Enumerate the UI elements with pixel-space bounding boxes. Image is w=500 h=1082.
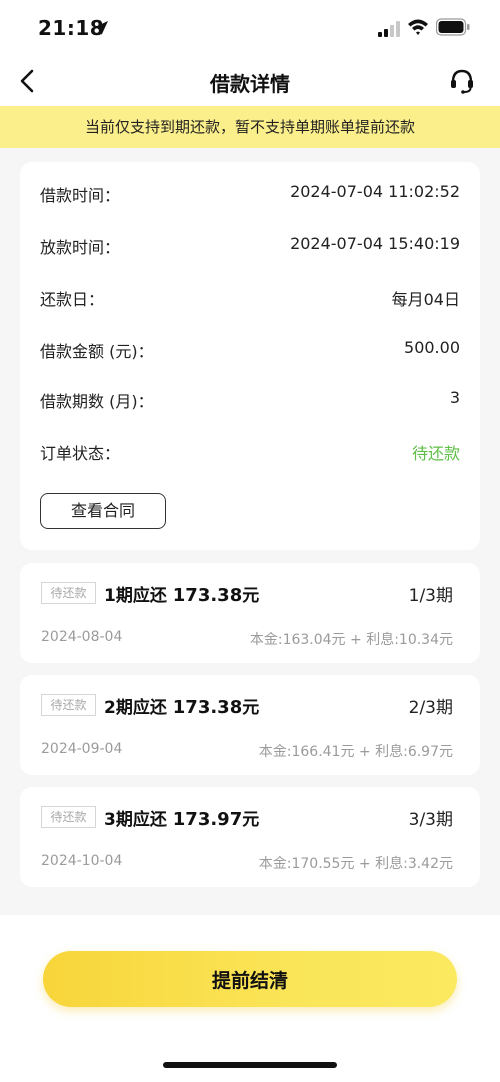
notice-banner: 当前仅支持到期还款，暂不支持单期账单提前还款 [0, 106, 500, 148]
installment-amount: 173.38 [172, 585, 243, 606]
nav-bar: 借款详情 [0, 58, 500, 106]
home-indicator [163, 1062, 337, 1068]
detail-value: 500.00 [404, 338, 460, 357]
installment-amount: 173.38 [172, 697, 243, 718]
detail-row-order-status: 订单状态： 待还款 [40, 440, 460, 464]
detail-label: 还款日： [40, 290, 105, 309]
installment-due-date: 2024-09-04 [41, 741, 123, 757]
installment-period: 3/3期 [408, 810, 453, 830]
battery-icon [436, 18, 470, 36]
installment-breakdown: 本金:163.04元 + 利息:10.34元 [249, 632, 453, 648]
status-badge: 待还款 [41, 806, 96, 828]
cellular-signal-icon [378, 21, 400, 37]
installment-card[interactable]: 待还款 2期应还 173.38元 2/3期 2024-09-04 本金:166.… [20, 675, 480, 775]
detail-label: 放款时间： [40, 238, 121, 257]
detail-label: 借款期数 (月)： [40, 392, 154, 411]
status-badge: 待还款 [41, 694, 96, 716]
loan-detail-page: 21:18 借款详情 当前仅支持到期还款，暂不支持单期账单提前还款 借款时间： … [0, 0, 500, 1082]
page-title: 借款详情 [210, 72, 290, 96]
view-contract-button[interactable]: 查看合同 [40, 493, 166, 529]
installment-unit: 元 [242, 810, 260, 830]
installment-unit: 元 [242, 698, 260, 718]
installment-breakdown: 本金:166.41元 + 利息:6.97元 [258, 744, 453, 760]
bottom-action-bar: 提前结清 [0, 915, 500, 1082]
detail-label: 订单状态： [40, 444, 121, 463]
installment-card[interactable]: 待还款 1期应还 173.38元 1/3期 2024-08-04 本金:163.… [20, 563, 480, 663]
detail-row-loan-term: 借款期数 (月)： 3 [40, 388, 460, 412]
installment-label: 2期应还 [104, 698, 167, 718]
detail-label: 借款金额 (元)： [40, 342, 154, 361]
installment-title: 2期应还 173.38元 [104, 693, 259, 718]
detail-row-repay-day: 还款日： 每月04日 [40, 286, 460, 310]
detail-row-loan-time: 借款时间： 2024-07-04 11:02:52 [40, 182, 460, 206]
detail-row-loan-amount: 借款金额 (元)： 500.00 [40, 338, 460, 362]
status-badge: 待还款 [41, 582, 96, 604]
wifi-icon [408, 19, 428, 35]
installment-due-date: 2024-10-04 [41, 853, 123, 869]
installment-label: 3期应还 [104, 810, 167, 830]
installment-label: 1期应还 [104, 586, 167, 606]
status-bar: 21:18 [0, 0, 500, 58]
detail-row-disburse-time: 放款时间： 2024-07-04 15:40:19 [40, 234, 460, 258]
installment-amount: 173.97 [172, 809, 243, 830]
customer-service-headset-icon[interactable] [449, 67, 475, 95]
installment-title: 1期应还 173.38元 [104, 581, 259, 606]
loan-details-card: 借款时间： 2024-07-04 11:02:52 放款时间： 2024-07-… [20, 162, 480, 550]
early-settle-button[interactable]: 提前结清 [43, 951, 457, 1007]
installment-card[interactable]: 待还款 3期应还 173.97元 3/3期 2024-10-04 本金:170.… [20, 787, 480, 887]
order-status-value: 待还款 [411, 444, 460, 463]
installment-due-date: 2024-08-04 [41, 629, 123, 645]
installment-breakdown: 本金:170.55元 + 利息:3.42元 [258, 856, 453, 872]
detail-value: 每月04日 [391, 290, 460, 309]
location-arrow-icon [94, 21, 108, 35]
installment-title: 3期应还 173.97元 [104, 805, 259, 830]
installment-period: 1/3期 [408, 586, 453, 606]
installment-unit: 元 [242, 586, 260, 606]
detail-value: 2024-07-04 15:40:19 [290, 234, 460, 253]
detail-label: 借款时间： [40, 186, 121, 205]
detail-value: 3 [449, 388, 460, 407]
detail-value: 2024-07-04 11:02:52 [290, 182, 460, 201]
installment-period: 2/3期 [408, 698, 453, 718]
